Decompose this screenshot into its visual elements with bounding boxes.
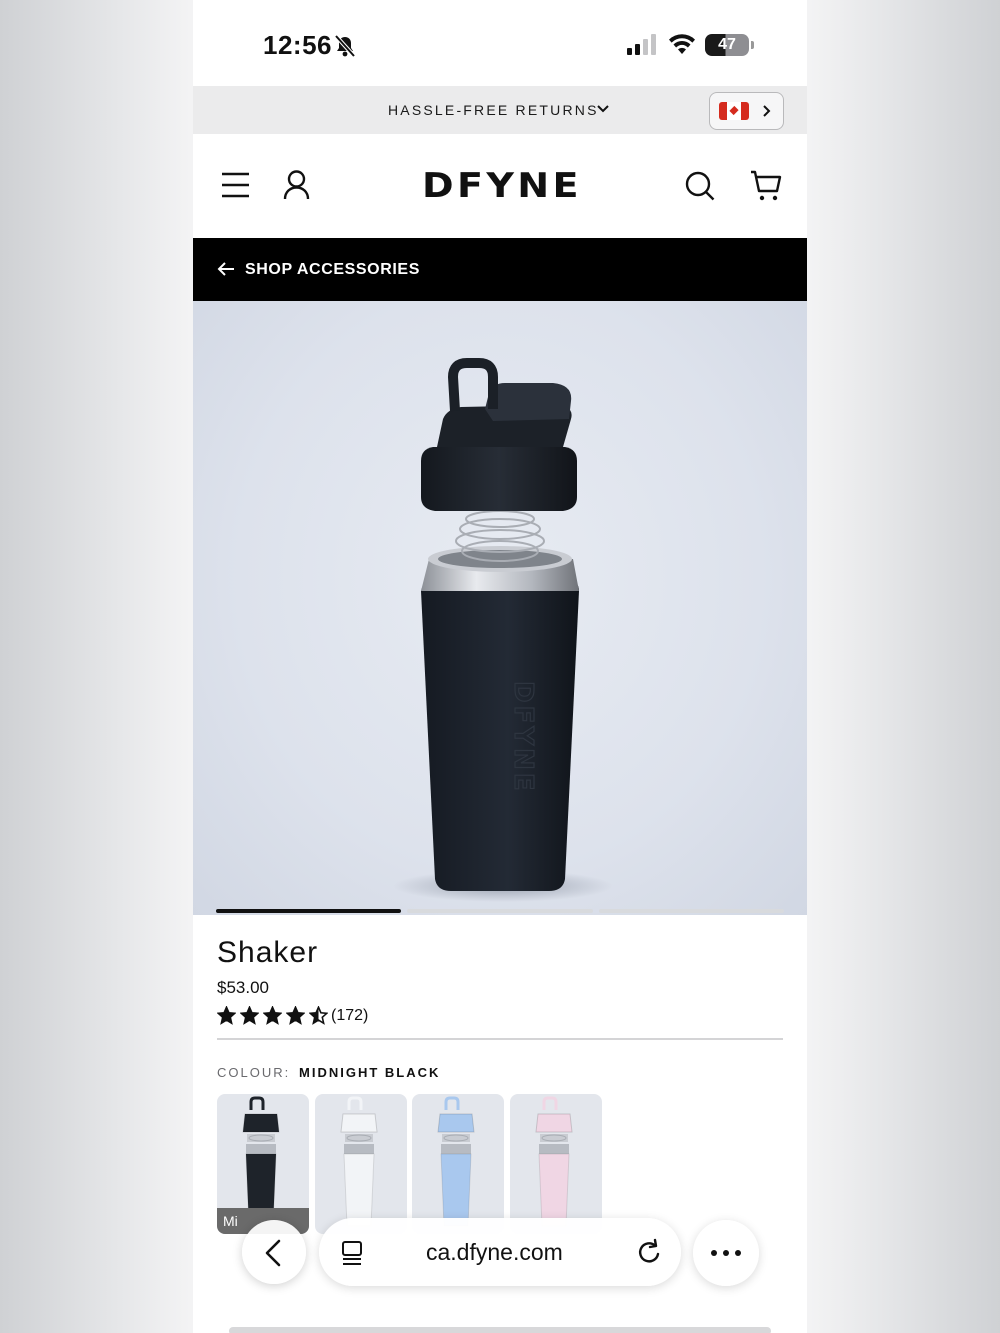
cart-icon[interactable] bbox=[750, 170, 782, 202]
colour-swatch[interactable]: Mi bbox=[217, 1094, 309, 1234]
star-icon bbox=[309, 1006, 328, 1025]
more-options-button[interactable] bbox=[693, 1220, 759, 1286]
product-title: Shaker bbox=[217, 936, 319, 969]
arrow-left-icon bbox=[217, 262, 234, 276]
swatch-shaker-thumbnail bbox=[437, 1096, 475, 1227]
svg-text:DFYNE: DFYNE bbox=[508, 681, 538, 794]
colour-swatch[interactable] bbox=[412, 1094, 504, 1234]
swatch-shaker-thumbnail bbox=[534, 1096, 573, 1227]
promo-bar[interactable]: HASSLE-FREE RETURNS bbox=[193, 86, 807, 134]
country-selector-button[interactable] bbox=[709, 92, 784, 130]
brand-logo[interactable]: DFYNE bbox=[422, 166, 582, 206]
dot bbox=[723, 1250, 729, 1256]
product-price: $53.00 bbox=[217, 978, 269, 997]
account-icon[interactable] bbox=[283, 170, 310, 200]
home-indicator bbox=[229, 1327, 771, 1333]
shaker-bottle-image: DFYNE bbox=[393, 358, 613, 902]
swatch-shaker-thumbnail bbox=[339, 1096, 378, 1227]
review-count[interactable]: (172) bbox=[331, 1007, 368, 1025]
browser-back-button[interactable] bbox=[242, 1220, 306, 1284]
menu-icon[interactable] bbox=[221, 172, 250, 198]
tab-overview-icon[interactable] bbox=[341, 1240, 363, 1266]
gallery-dot[interactable] bbox=[598, 909, 784, 913]
colour-value: MIDNIGHT BLACK bbox=[299, 1065, 441, 1080]
wifi-icon bbox=[669, 34, 695, 54]
reload-icon[interactable] bbox=[637, 1238, 663, 1266]
phone-screen: 12:56 47 HASSLE-FREE RETURNS DFYNE SHOP … bbox=[193, 0, 807, 1333]
search-icon[interactable] bbox=[685, 171, 715, 201]
shop-accessories-link[interactable]: SHOP ACCESSORIES bbox=[193, 238, 807, 301]
status-bar: 12:56 47 bbox=[193, 0, 807, 86]
colour-label: COLOUR: bbox=[217, 1065, 291, 1080]
back-bar-label[interactable]: SHOP ACCESSORIES bbox=[245, 261, 420, 279]
url-text[interactable]: ca.dfyne.com bbox=[426, 1239, 563, 1266]
colour-swatch[interactable] bbox=[314, 1094, 407, 1234]
chevron-right-icon bbox=[763, 105, 771, 117]
gallery-dot[interactable] bbox=[216, 909, 402, 913]
dot bbox=[711, 1250, 717, 1256]
battery-icon: 47 bbox=[705, 34, 754, 56]
battery-level: 47 bbox=[718, 36, 736, 53]
canada-flag-icon bbox=[719, 102, 749, 120]
bell-slash-icon bbox=[334, 34, 356, 58]
dot bbox=[735, 1250, 741, 1256]
cellular-signal-icon bbox=[627, 34, 656, 55]
star-icon bbox=[240, 1006, 259, 1025]
promo-text[interactable]: HASSLE-FREE RETURNS bbox=[388, 102, 599, 118]
star-icon bbox=[263, 1006, 282, 1025]
chevron-left-icon bbox=[265, 1239, 281, 1267]
chevron-down-icon[interactable] bbox=[596, 103, 610, 115]
colour-swatch[interactable] bbox=[509, 1094, 602, 1234]
star-icon bbox=[286, 1006, 305, 1025]
product-image[interactable]: DFYNE bbox=[193, 301, 807, 915]
status-time: 12:56 bbox=[263, 30, 332, 60]
site-header: DFYNE bbox=[193, 134, 807, 238]
star-icon bbox=[217, 1006, 236, 1025]
gallery-dot[interactable] bbox=[407, 909, 593, 913]
address-bar[interactable]: ca.dfyne.com bbox=[319, 1218, 681, 1286]
divider bbox=[217, 1038, 783, 1040]
gallery-pagination bbox=[216, 909, 784, 914]
